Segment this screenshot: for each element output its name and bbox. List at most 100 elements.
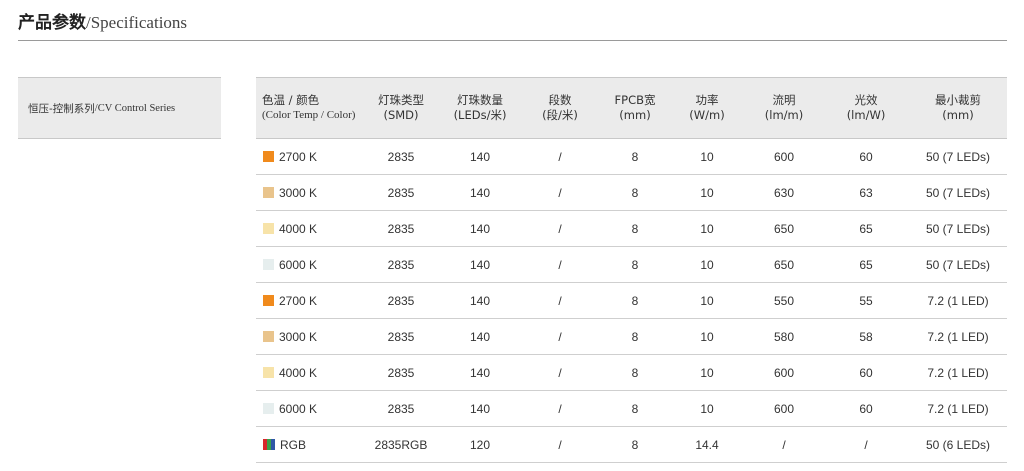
header-led-type: 灯珠类型 (SMD)	[366, 78, 436, 138]
cell-luminous-flux: 650	[773, 257, 795, 272]
cell-color-temp: 3000 K	[263, 319, 373, 354]
cell-min-cut: 7.2 (1 LED)	[927, 401, 989, 416]
cell-efficacy: /	[864, 437, 868, 452]
cell-fpcb-width: 8	[631, 437, 639, 452]
cell-min-cut: 7.2 (1 LED)	[927, 329, 989, 344]
cell-led-qty: 140	[469, 221, 491, 236]
color-swatch-icon	[263, 367, 274, 378]
cell-led-type: 2835	[387, 365, 415, 380]
color-temp-label: 3000 K	[279, 329, 318, 344]
cell-led-qty: 140	[469, 401, 491, 416]
cell-power: 14.4	[695, 437, 719, 452]
color-temp-label: 2700 K	[279, 149, 318, 164]
cell-power: 10	[700, 221, 714, 236]
table-row: 4000 K 2835 140 / 8 10 650 65 50 (7 LEDs)	[256, 211, 1007, 247]
cell-led-type: 2835	[387, 329, 415, 344]
cell-luminous-flux: 550	[773, 293, 795, 308]
cell-power: 10	[700, 329, 714, 344]
color-temp-label: 3000 K	[279, 185, 318, 200]
series-name-cn: 恒压-控制系列	[28, 102, 95, 115]
color-temp-label: 4000 K	[279, 221, 318, 236]
cell-power: 10	[700, 185, 714, 200]
cell-led-type: 2835RGB	[374, 437, 428, 452]
cell-efficacy: 60	[859, 149, 873, 164]
cell-led-qty: 140	[469, 257, 491, 272]
table-row: 2700 K 2835 140 / 8 10 600 60 50 (7 LEDs)	[256, 139, 1007, 175]
color-temp-label: 4000 K	[279, 365, 318, 380]
header-segments-cn: 段数	[548, 93, 572, 107]
color-swatch-icon	[263, 295, 274, 306]
cell-segments: /	[558, 401, 562, 416]
cell-led-type: 2835	[387, 149, 415, 164]
cell-led-qty: 140	[469, 185, 491, 200]
header-luminous-flux-unit: (lm/m)	[764, 108, 804, 122]
color-swatch-icon	[263, 187, 274, 198]
cell-segments: /	[558, 293, 562, 308]
header-efficacy-cn: 光效	[854, 93, 878, 107]
cell-min-cut: 50 (7 LEDs)	[925, 257, 991, 272]
cell-efficacy: 55	[859, 293, 873, 308]
cell-color-temp: 6000 K	[263, 247, 373, 282]
cell-led-type: 2835	[387, 185, 415, 200]
cell-segments: /	[558, 257, 562, 272]
cell-luminous-flux: 600	[773, 149, 795, 164]
cell-led-qty: 140	[469, 293, 491, 308]
table-row: 2700 K 2835 140 / 8 10 550 55 7.2 (1 LED)	[256, 283, 1007, 319]
color-temp-label: 6000 K	[279, 257, 318, 272]
cell-fpcb-width: 8	[631, 221, 639, 236]
cell-fpcb-width: 8	[631, 149, 639, 164]
cell-power: 10	[700, 401, 714, 416]
cell-luminous-flux: 600	[773, 401, 795, 416]
cell-segments: /	[558, 437, 562, 452]
cell-efficacy: 58	[859, 329, 873, 344]
header-efficacy-unit: (lm/W)	[846, 108, 886, 122]
spec-table-header: 色温 / 颜色 (Color Temp / Color) 灯珠类型 (SMD) …	[256, 77, 1007, 139]
cell-color-temp: 2700 K	[263, 283, 373, 318]
cell-fpcb-width: 8	[631, 293, 639, 308]
header-power-unit: (W/m)	[689, 108, 725, 122]
cell-color-temp: 3000 K	[263, 175, 373, 210]
title-divider	[18, 40, 1007, 41]
header-color-temp: 色温 / 颜色 (Color Temp / Color)	[262, 78, 380, 138]
table-row: 3000 K 2835 140 / 8 10 630 63 50 (7 LEDs)	[256, 175, 1007, 211]
cell-led-type: 2835	[387, 257, 415, 272]
cell-segments: /	[558, 185, 562, 200]
header-min-cut-unit: (mm)	[942, 108, 974, 122]
table-row: 4000 K 2835 140 / 8 10 600 60 7.2 (1 LED)	[256, 355, 1007, 391]
cell-power: 10	[700, 365, 714, 380]
header-led-qty: 灯珠数量 (LEDs/米)	[443, 78, 517, 138]
cell-efficacy: 65	[859, 221, 873, 236]
cell-color-temp: 6000 K	[263, 391, 373, 426]
cell-led-type: 2835	[387, 221, 415, 236]
cell-luminous-flux: 650	[773, 221, 795, 236]
header-efficacy: 光效 (lm/W)	[834, 78, 898, 138]
header-segments-unit: (段/米)	[542, 108, 578, 122]
header-led-type-unit: (SMD)	[383, 108, 419, 122]
cell-power: 10	[700, 257, 714, 272]
cell-min-cut: 50 (6 LEDs)	[925, 437, 991, 452]
cell-min-cut: 50 (7 LEDs)	[925, 185, 991, 200]
cell-fpcb-width: 8	[631, 401, 639, 416]
cell-fpcb-width: 8	[631, 365, 639, 380]
cell-min-cut: 7.2 (1 LED)	[927, 293, 989, 308]
cell-power: 10	[700, 149, 714, 164]
page-title: 产品参数 /Specifications	[18, 8, 187, 34]
cell-segments: /	[558, 365, 562, 380]
header-power: 功率 (W/m)	[676, 78, 738, 138]
cell-led-qty: 140	[469, 149, 491, 164]
cell-color-temp: 4000 K	[263, 355, 373, 390]
header-luminous-flux-cn: 流明	[772, 93, 796, 107]
cell-fpcb-width: 8	[631, 257, 639, 272]
header-led-type-cn: 灯珠类型	[378, 93, 424, 107]
cell-segments: /	[558, 149, 562, 164]
cell-led-type: 2835	[387, 293, 415, 308]
table-row: RGB 2835RGB 120 / 8 14.4 / / 50 (6 LEDs)	[256, 427, 1007, 463]
cell-fpcb-width: 8	[631, 185, 639, 200]
header-power-cn: 功率	[695, 93, 719, 107]
cell-segments: /	[558, 329, 562, 344]
cell-fpcb-width: 8	[631, 329, 639, 344]
cell-color-temp: 4000 K	[263, 211, 373, 246]
series-name-en: /CV Control Series	[94, 102, 176, 114]
header-led-qty-unit: (LEDs/米)	[453, 108, 507, 122]
cell-min-cut: 50 (7 LEDs)	[925, 149, 991, 164]
